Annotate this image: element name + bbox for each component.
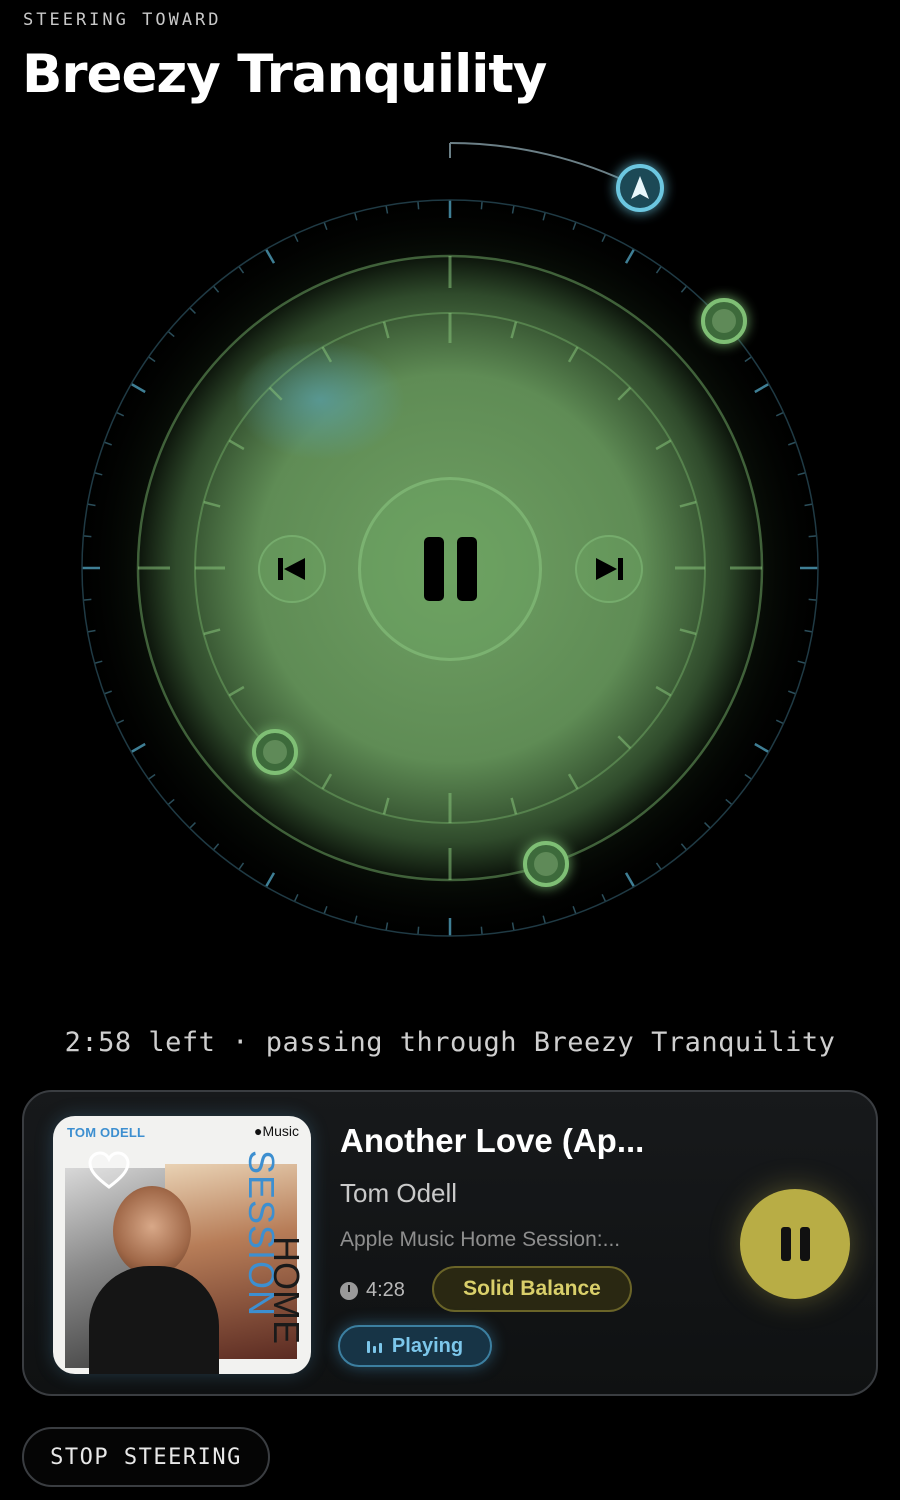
- artwork-jacket: [89, 1266, 219, 1374]
- duration-value: 4:28: [366, 1279, 405, 1301]
- equalizer-icon: [366, 1339, 382, 1353]
- outer-tick: [417, 926, 420, 935]
- album-artwork: TOM ODELL ●Music SESSION HOME: [53, 1116, 311, 1374]
- waypoint-node[interactable]: [252, 729, 298, 775]
- next-track-button[interactable]: [575, 535, 643, 603]
- outer-tick: [480, 926, 483, 935]
- skip-next-icon: [596, 558, 623, 580]
- waypoint-node[interactable]: [701, 298, 747, 344]
- outer-tick: [83, 535, 92, 538]
- artwork-brand: ●Music: [253, 1123, 299, 1139]
- playing-status-label: Playing: [391, 1334, 464, 1357]
- progress-arc: [449, 142, 641, 189]
- outer-tick: [480, 201, 483, 210]
- navigation-arrow-icon[interactable]: [616, 164, 664, 212]
- outer-tick: [808, 598, 817, 601]
- track-duration: 4:28: [340, 1279, 405, 1302]
- outer-tick: [808, 535, 817, 538]
- artwork-artist-text: TOM ODELL: [67, 1125, 146, 1140]
- waypoint-node[interactable]: [523, 841, 569, 887]
- mood-blue-region: [235, 340, 405, 460]
- skip-previous-icon: [278, 558, 305, 580]
- playing-status-badge: Playing: [338, 1325, 492, 1367]
- outer-tick: [417, 201, 420, 210]
- previous-track-button[interactable]: [258, 535, 326, 603]
- track-album: Apple Music Home Session:...: [340, 1228, 621, 1251]
- now-playing-card[interactable]: TOM ODELL ●Music SESSION HOME Another Lo…: [22, 1090, 878, 1396]
- outer-tick: [83, 598, 92, 601]
- time-remaining-status: 2:58 left · passing through Breezy Tranq…: [64, 1027, 836, 1058]
- heart-icon[interactable]: [87, 1150, 131, 1190]
- mood-badge: Solid Balance: [432, 1266, 632, 1312]
- steering-label: STEERING TOWARD: [23, 10, 222, 30]
- track-artist: Tom Odell: [340, 1178, 458, 1208]
- artwork-series-word-2: HOME: [266, 1236, 307, 1344]
- card-pause-button[interactable]: [740, 1189, 850, 1299]
- stop-steering-button[interactable]: STOP STEERING: [22, 1427, 270, 1487]
- play-pause-button[interactable]: [358, 477, 542, 661]
- clock-icon: [340, 1281, 358, 1300]
- pause-icon: [780, 1227, 791, 1261]
- artwork-portrait: [113, 1186, 191, 1276]
- pause-icon: [423, 537, 477, 601]
- destination-title: Breezy Tranquility: [22, 44, 547, 105]
- track-title: Another Love (Ap...: [340, 1122, 645, 1159]
